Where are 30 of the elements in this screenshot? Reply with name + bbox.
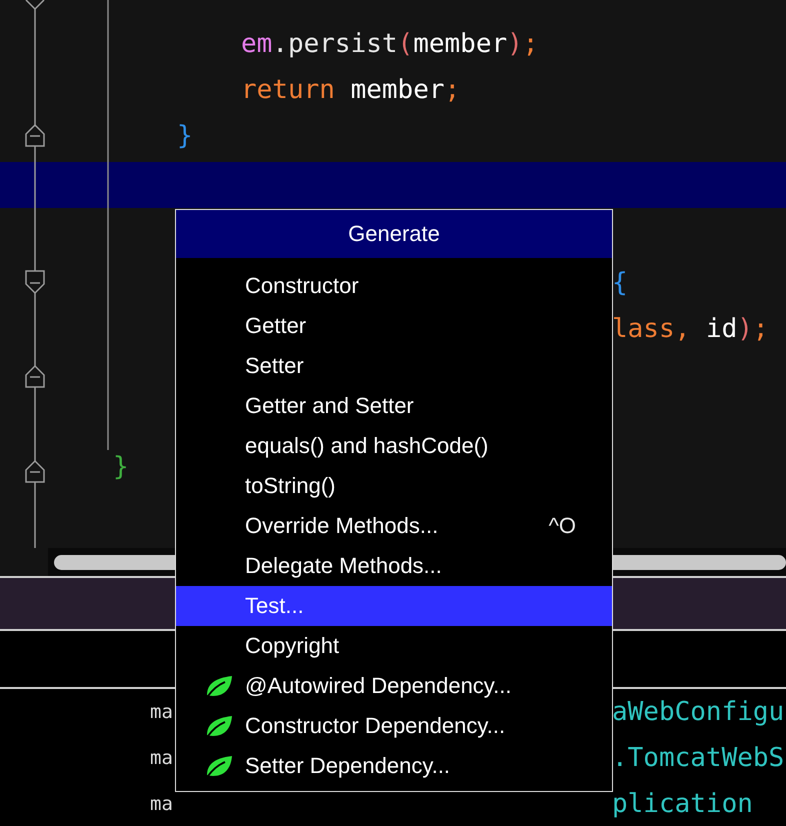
menu-item[interactable]: Constructor (176, 266, 612, 306)
console-text: ma (150, 793, 173, 815)
console-text: ma (150, 701, 173, 723)
menu-item[interactable]: Delegate Methods... (176, 546, 612, 586)
menu-item[interactable]: Copyright (176, 626, 612, 666)
code-line: lass, id); (612, 314, 769, 344)
leaf-icon (205, 754, 233, 778)
popup-title: Generate (176, 210, 612, 258)
console-text: aWebConfigu (612, 697, 786, 727)
console-text: .TomcatWebS (612, 743, 786, 773)
console-text: plication (612, 789, 754, 819)
code-line: em.persist(member); (241, 29, 538, 59)
menu-item[interactable]: Setter (176, 346, 612, 386)
code-line: } (113, 452, 129, 482)
leaf-icon (205, 714, 233, 738)
leaf-icon (205, 674, 233, 698)
menu-item[interactable]: equals() and hashCode() (176, 426, 612, 466)
code-line: return member; (241, 75, 460, 105)
menu-item[interactable]: Constructor Dependency... (176, 706, 612, 746)
menu-item[interactable]: Test... (176, 586, 612, 626)
menu-item[interactable]: Setter Dependency... (176, 746, 612, 786)
menu-item[interactable]: Override Methods... ^O (176, 506, 612, 546)
menu-item[interactable]: @Autowired Dependency... (176, 666, 612, 706)
console-text: ma (150, 747, 173, 769)
shortcut-text: ^O (548, 513, 577, 539)
code-line: { (612, 268, 628, 298)
menu-item[interactable]: Getter and Setter (176, 386, 612, 426)
code-line: } (177, 121, 193, 151)
menu-item[interactable]: Getter (176, 306, 612, 346)
menu-item[interactable]: toString() (176, 466, 612, 506)
